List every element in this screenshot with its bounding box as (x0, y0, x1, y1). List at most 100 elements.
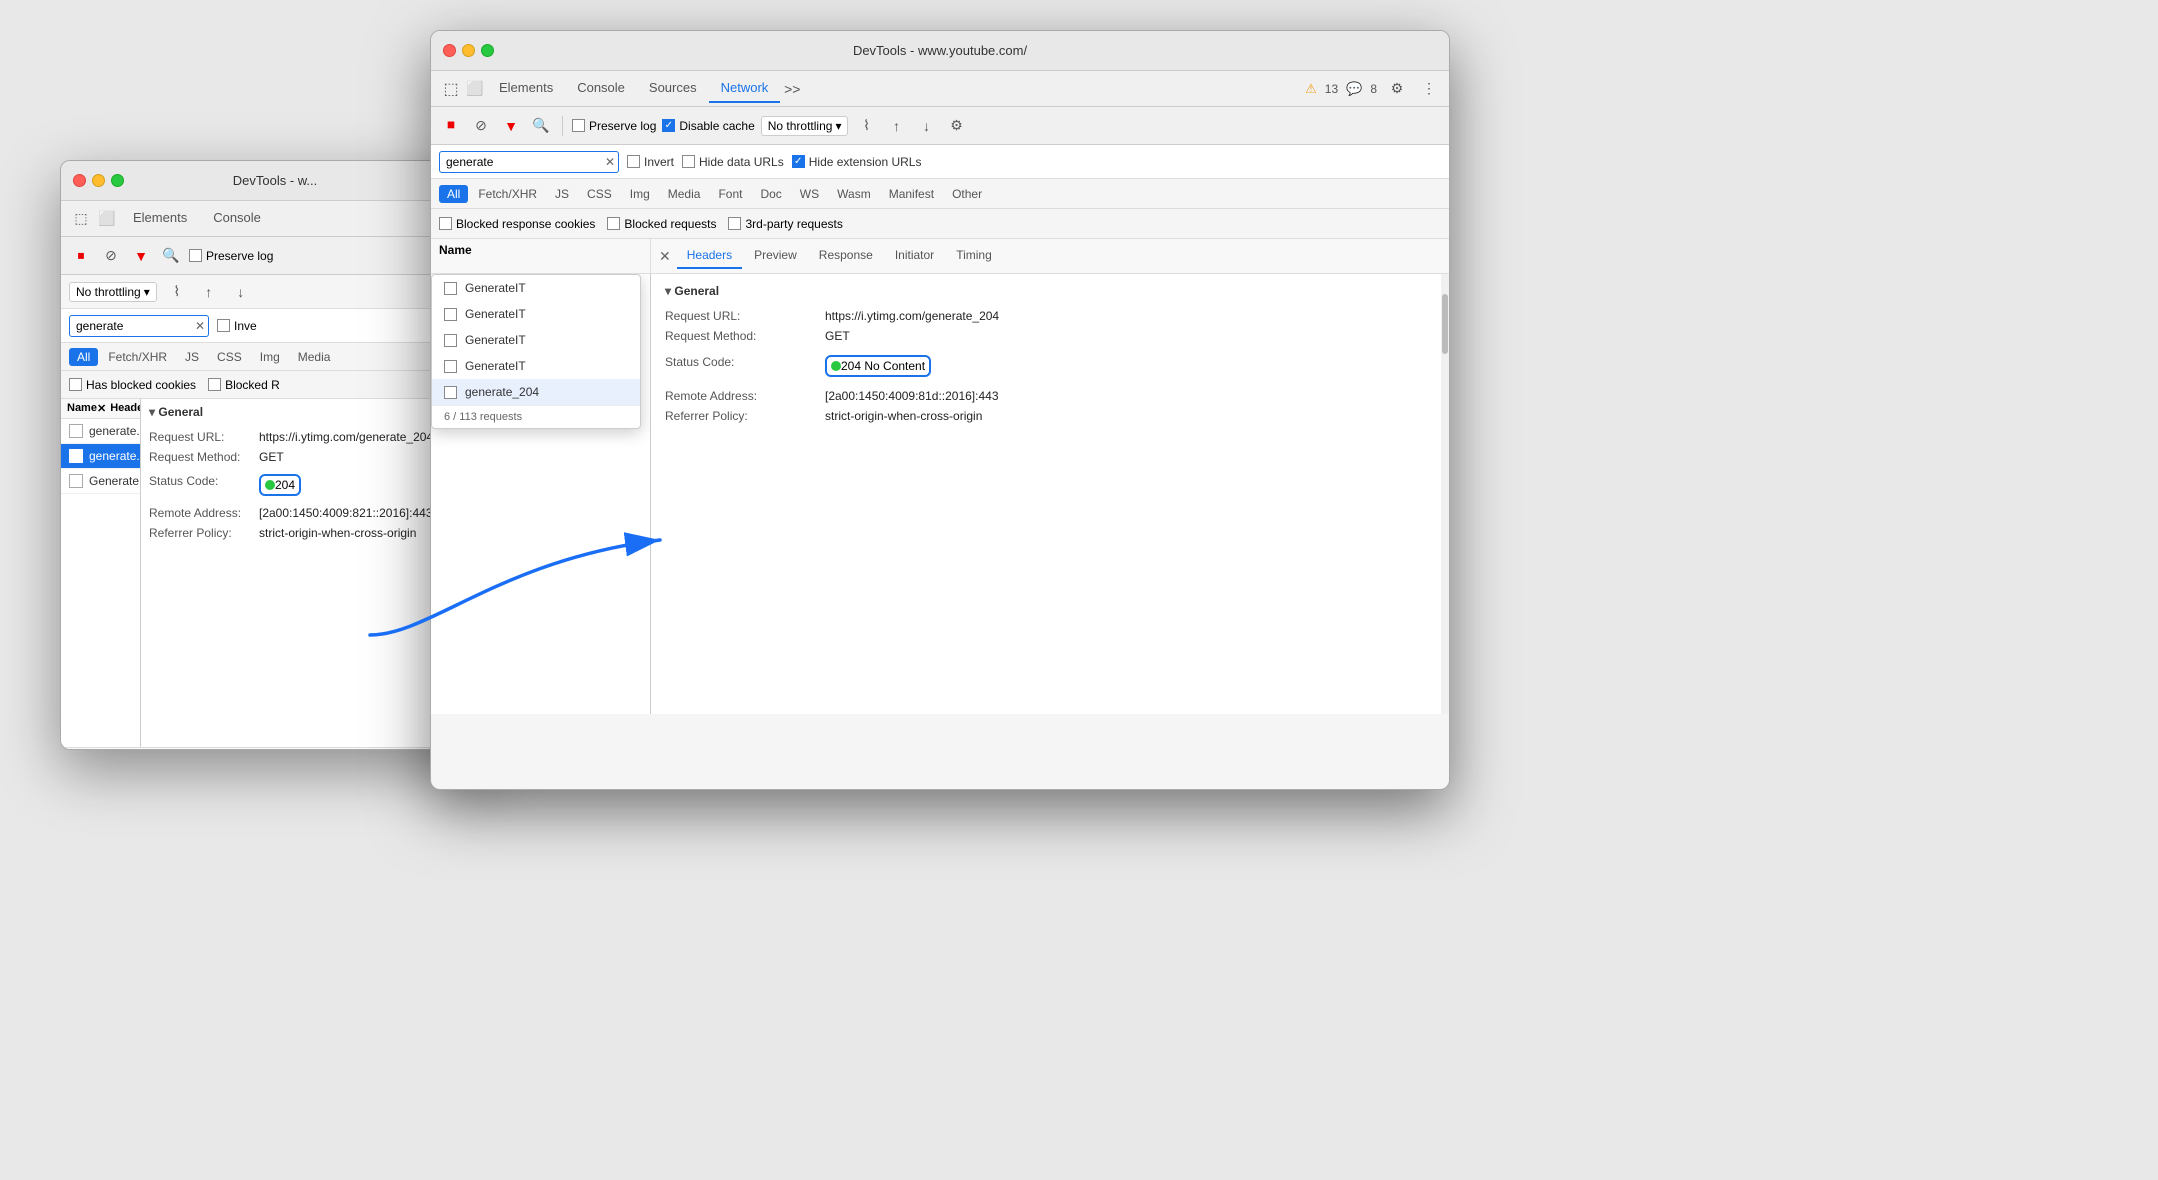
back-search-clear[interactable]: ✕ (195, 319, 205, 333)
front-record-stop-icon[interactable]: ⏹ (439, 114, 463, 138)
front-main-split: GenerateIT GenerateIT GenerateIT Generat… (431, 274, 1449, 714)
front-clear-icon[interactable]: ⊘ (469, 114, 493, 138)
front-type-wasm[interactable]: Wasm (829, 185, 879, 203)
front-invert-cb[interactable] (627, 155, 640, 168)
back-type-css[interactable]: CSS (209, 348, 250, 366)
front-type-font[interactable]: Font (710, 185, 750, 203)
front-tab-sources[interactable]: Sources (637, 74, 709, 103)
back-filter-icon[interactable]: ▼ (129, 244, 153, 268)
front-type-doc[interactable]: Doc (752, 185, 789, 203)
front-blocked-cookies-cb[interactable] (439, 217, 452, 230)
front-ac-item-5[interactable]: generate_204 (432, 379, 640, 405)
front-maximize-button[interactable] (481, 44, 494, 57)
front-preserve-log-cb[interactable] (572, 119, 585, 132)
back-invert-checkbox[interactable] (217, 319, 230, 332)
back-search-input[interactable] (69, 315, 209, 337)
front-wifi-icon[interactable]: ⌇ (854, 114, 878, 138)
front-ac-item-2[interactable]: GenerateIT (432, 301, 640, 327)
back-preserve-log-checkbox[interactable] (189, 249, 202, 262)
front-ac-cb-2[interactable] (444, 308, 457, 321)
back-search-icon[interactable]: 🔍 (159, 244, 183, 268)
front-tab-elements[interactable]: Elements (487, 74, 565, 103)
front-filter-icon[interactable]: ▼ (499, 114, 523, 138)
back-request-item-2[interactable]: generate... (61, 444, 140, 469)
back-request-item-3[interactable]: GenerateIT (61, 469, 140, 494)
back-type-js[interactable]: JS (177, 348, 207, 366)
front-minimize-button[interactable] (462, 44, 475, 57)
front-hide-data-cb[interactable] (682, 155, 695, 168)
front-upload-icon[interactable]: ↑ (884, 114, 908, 138)
front-no-throttling[interactable]: No throttling ▾ (761, 116, 849, 136)
front-scrollbar[interactable] (1441, 274, 1449, 714)
front-ac-item-1[interactable]: GenerateIT (432, 275, 640, 301)
front-scrollbar-thumb[interactable] (1442, 294, 1448, 354)
back-clear-icon[interactable]: ⊘ (99, 244, 123, 268)
back-blocked-cookies-label: Has blocked cookies (69, 378, 196, 392)
front-detail-remote-value: [2a00:1450:4009:81d::2016]:443 (825, 389, 999, 403)
front-type-all[interactable]: All (439, 185, 468, 203)
back-type-media[interactable]: Media (290, 348, 339, 366)
front-ac-cb-4[interactable] (444, 360, 457, 373)
back-requests-pane: Name ✕ Headers Prev generate... generate… (61, 399, 141, 747)
front-details-tabs: ✕ Headers Preview Response Initiator Tim… (651, 239, 1449, 273)
front-type-css[interactable]: CSS (579, 185, 620, 203)
back-checkbox-filter-bar: Has blocked cookies Blocked R (61, 371, 489, 399)
back-close-button[interactable] (73, 174, 86, 187)
back-tab-console[interactable]: Console (201, 204, 273, 233)
front-search-input[interactable] (439, 151, 619, 173)
front-blocked-requests-cb[interactable] (607, 217, 620, 230)
front-ac-item-4[interactable]: GenerateIT (432, 353, 640, 379)
front-tab-response[interactable]: Response (809, 243, 883, 269)
back-col-close[interactable]: ✕ (97, 402, 106, 415)
front-details-close[interactable]: ✕ (659, 248, 671, 265)
back-type-fetchxhr[interactable]: Fetch/XHR (100, 348, 175, 366)
front-hide-ext-cb[interactable]: ✓ (792, 155, 805, 168)
front-tab-headers[interactable]: Headers (677, 243, 742, 269)
front-close-button[interactable] (443, 44, 456, 57)
front-tab-initiator[interactable]: Initiator (885, 243, 944, 269)
back-cursor-icon[interactable]: ⬚ (69, 207, 93, 231)
front-type-manifest[interactable]: Manifest (881, 185, 942, 203)
front-more-icon[interactable]: ⋮ (1417, 77, 1441, 101)
back-upload-icon[interactable]: ↑ (197, 280, 221, 304)
front-more-tabs-icon[interactable]: >> (780, 77, 804, 101)
back-no-throttling[interactable]: No throttling ▾ (69, 282, 157, 302)
front-search-clear[interactable]: ✕ (605, 155, 615, 169)
front-ac-cb-1[interactable] (444, 282, 457, 295)
front-device-icon[interactable]: ⬜ (463, 77, 487, 101)
back-blocked-cookies-cb[interactable] (69, 378, 82, 391)
front-ac-cb-5[interactable] (444, 386, 457, 399)
front-type-media[interactable]: Media (660, 185, 709, 203)
back-type-img[interactable]: Img (252, 348, 288, 366)
front-type-ws[interactable]: WS (792, 185, 827, 203)
front-tab-preview[interactable]: Preview (744, 243, 807, 269)
front-settings2-icon[interactable]: ⚙ (944, 114, 968, 138)
back-blocked-r-cb[interactable] (208, 378, 221, 391)
front-general-header[interactable]: General (665, 284, 1435, 298)
back-device-icon[interactable]: ⬜ (95, 207, 119, 231)
front-tab-console[interactable]: Console (565, 74, 637, 103)
front-disable-cache-cb[interactable]: ✓ (662, 119, 675, 132)
back-maximize-button[interactable] (111, 174, 124, 187)
front-settings-icon[interactable]: ⚙ (1385, 77, 1409, 101)
front-tab-network[interactable]: Network (709, 74, 781, 103)
front-cursor-icon[interactable]: ⬚ (439, 77, 463, 101)
back-type-all[interactable]: All (69, 348, 98, 366)
front-type-js[interactable]: JS (547, 185, 577, 203)
back-record-stop-icon[interactable]: ⏹ (69, 244, 93, 268)
front-type-other[interactable]: Other (944, 185, 990, 203)
front-3rd-party-cb[interactable] (728, 217, 741, 230)
front-ac-cb-3[interactable] (444, 334, 457, 347)
back-wifi-icon[interactable]: ⌇ (165, 280, 189, 304)
front-ac-item-3[interactable]: GenerateIT (432, 327, 640, 353)
back-minimize-button[interactable] (92, 174, 105, 187)
front-type-fetchxhr[interactable]: Fetch/XHR (470, 185, 545, 203)
front-tab-timing[interactable]: Timing (946, 243, 1002, 269)
front-search-icon[interactable]: 🔍 (529, 114, 553, 138)
back-detail-referrer-value: strict-origin-when-cross-origin (259, 526, 416, 540)
back-download-icon[interactable]: ↓ (229, 280, 253, 304)
back-request-item-1[interactable]: generate... (61, 419, 140, 444)
back-tab-elements[interactable]: Elements (121, 204, 199, 233)
front-download-icon[interactable]: ↓ (914, 114, 938, 138)
front-type-img[interactable]: Img (622, 185, 658, 203)
